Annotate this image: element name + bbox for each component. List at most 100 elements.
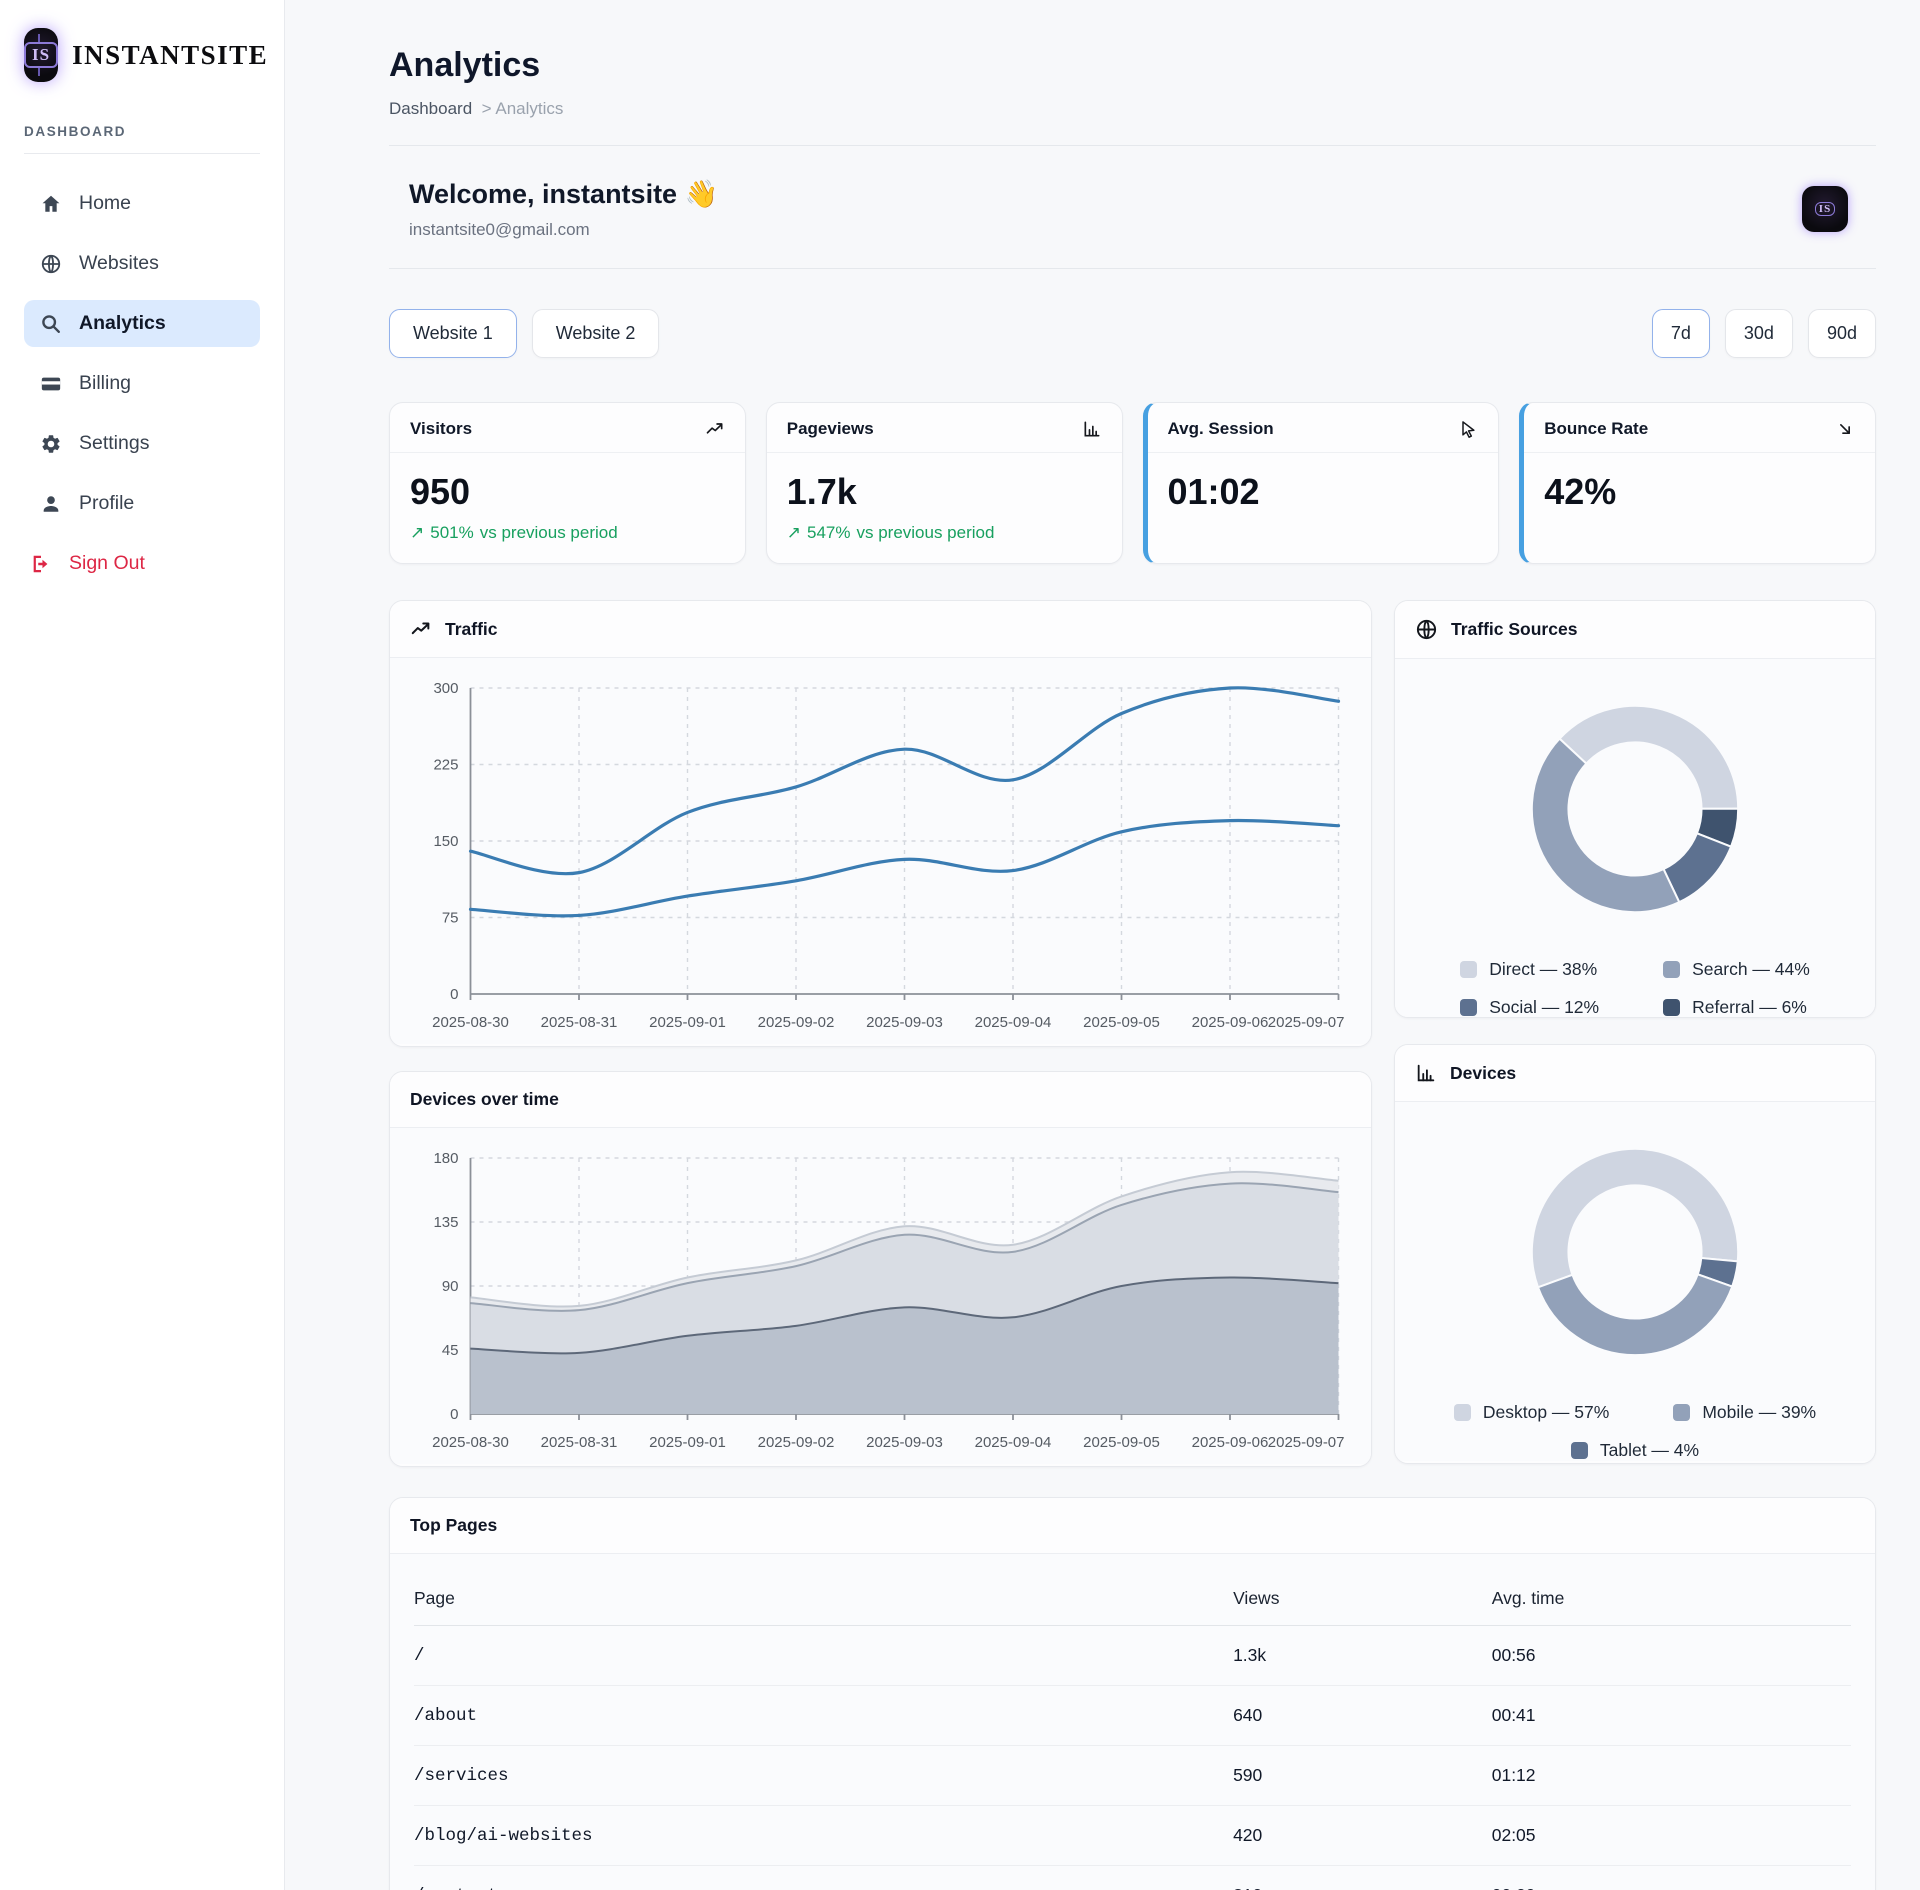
svg-text:150: 150 — [433, 833, 458, 850]
traffic-sources-legend: Direct — 38% Search — 44% Social — 12% R… — [1395, 943, 1875, 1018]
page-path: /about — [414, 1686, 1233, 1746]
legend-item: Referral — 6% — [1663, 997, 1810, 1018]
breadcrumb-root[interactable]: Dashboard — [389, 99, 472, 118]
user-email: instantsite0@gmail.com — [409, 220, 718, 240]
brand-name: INSTANTSITE — [72, 40, 268, 71]
bar-chart-icon — [1415, 1062, 1437, 1084]
avatar-monogram: IS — [1815, 202, 1835, 216]
card-title: Devices — [1450, 1063, 1516, 1084]
credit-card-icon — [40, 373, 62, 395]
legend-item: Desktop — 57% — [1454, 1402, 1609, 1423]
sidebar-item-billing[interactable]: Billing — [24, 360, 260, 407]
legend-swatch — [1663, 961, 1680, 978]
stat-value: 1.7k — [787, 471, 1122, 513]
sidebar-item-label: Analytics — [79, 312, 166, 335]
home-icon — [40, 193, 62, 215]
sidebar-item-label: Home — [79, 192, 131, 215]
page-views: 640 — [1233, 1686, 1492, 1746]
svg-text:2025-09-07: 2025-09-07 — [1268, 1434, 1345, 1451]
svg-text:2025-09-01: 2025-09-01 — [649, 1014, 726, 1031]
table-row: /services 590 01:12 — [414, 1746, 1851, 1806]
page-views: 590 — [1233, 1746, 1492, 1806]
stat-delta: ↗547%vs previous period — [787, 523, 1122, 543]
stat-title: Bounce Rate — [1544, 419, 1648, 439]
range-90d-button[interactable]: 90d — [1808, 309, 1876, 358]
welcome-banner: Welcome, instantsite 👋 instantsite0@gmai… — [389, 146, 1876, 269]
website-1-tab[interactable]: Website 1 — [389, 309, 517, 358]
sidebar-item-home[interactable]: Home — [24, 180, 260, 227]
page-path: /blog/ai-websites — [414, 1806, 1233, 1866]
range-7d-button[interactable]: 7d — [1652, 309, 1710, 358]
svg-text:2025-09-04: 2025-09-04 — [975, 1434, 1052, 1451]
traffic-chart-card: Traffic 0751502253002025-08-302025-08-31… — [389, 600, 1372, 1047]
welcome-heading: Welcome, instantsite 👋 — [409, 178, 718, 210]
search-icon — [40, 313, 62, 335]
stat-cards: Visitors 950 ↗501%vs previous period Pag… — [389, 402, 1876, 564]
pageviews-card: Pageviews 1.7k ↗547%vs previous period — [766, 402, 1123, 564]
sidebar-item-label: Profile — [79, 492, 134, 515]
top-pages-card: Top Pages Page Views Avg. time / 1.3k 00… — [389, 1497, 1876, 1890]
legend-item: Social — 12% — [1460, 997, 1599, 1018]
charts-area: Traffic 0751502253002025-08-302025-08-31… — [389, 600, 1876, 1467]
svg-text:2025-09-04: 2025-09-04 — [975, 1014, 1052, 1031]
breadcrumb-separator: > — [482, 99, 492, 118]
svg-text:90: 90 — [442, 1278, 459, 1295]
stat-title: Visitors — [410, 419, 472, 439]
page-avg-time: 01:12 — [1492, 1746, 1851, 1806]
page-avg-time: 00:29 — [1492, 1866, 1851, 1890]
sidebar-divider — [24, 153, 260, 154]
stat-value: 42% — [1544, 471, 1875, 513]
page-views: 420 — [1233, 1806, 1492, 1866]
sidebar-item-profile[interactable]: Profile — [24, 480, 260, 527]
page-views: 1.3k — [1233, 1626, 1492, 1686]
legend-swatch — [1571, 1442, 1588, 1459]
avg-session-card: Avg. Session 01:02 — [1143, 402, 1500, 564]
column-header-page: Page — [414, 1568, 1233, 1626]
gear-icon — [40, 433, 62, 455]
table-row: /about 640 00:41 — [414, 1686, 1851, 1746]
svg-text:2025-08-30: 2025-08-30 — [432, 1434, 509, 1451]
svg-text:180: 180 — [433, 1150, 458, 1167]
svg-text:2025-09-05: 2025-09-05 — [1083, 1434, 1160, 1451]
legend-item: Tablet — 4% — [1571, 1440, 1699, 1461]
svg-text:2025-09-03: 2025-09-03 — [866, 1014, 943, 1031]
legend-swatch — [1663, 999, 1680, 1016]
legend-swatch — [1673, 1404, 1690, 1421]
svg-text:2025-08-31: 2025-08-31 — [541, 1434, 618, 1451]
main-content: Analytics Dashboard > Analytics Welcome,… — [285, 0, 1920, 1890]
svg-text:0: 0 — [450, 1406, 458, 1423]
sidebar-section-label: DASHBOARD — [24, 124, 260, 139]
trending-up-icon — [410, 618, 432, 640]
trending-up-icon — [705, 419, 725, 439]
delta-arrow-icon: ↗ — [410, 523, 424, 542]
sign-out-label: Sign Out — [69, 552, 145, 575]
devices-area-chart: 045901351802025-08-302025-08-312025-09-0… — [400, 1142, 1353, 1464]
svg-text:135: 135 — [433, 1214, 458, 1231]
stat-title: Pageviews — [787, 419, 874, 439]
column-header-views: Views — [1233, 1568, 1492, 1626]
svg-text:2025-09-02: 2025-09-02 — [758, 1434, 835, 1451]
bounce-rate-card: Bounce Rate 42% — [1519, 402, 1876, 564]
range-30d-button[interactable]: 30d — [1725, 309, 1793, 358]
website-2-tab[interactable]: Website 2 — [532, 309, 660, 358]
sidebar-item-analytics[interactable]: Analytics — [24, 300, 260, 347]
sidebar-item-label: Settings — [79, 432, 149, 455]
sign-out-button[interactable]: Sign Out — [24, 540, 260, 587]
table-row: /contact 310 00:29 — [414, 1866, 1851, 1890]
cursor-icon — [1458, 419, 1478, 439]
devices-legend: Desktop — 57% Mobile — 39% Tablet — 4% — [1395, 1386, 1875, 1461]
sidebar-item-settings[interactable]: Settings — [24, 420, 260, 467]
sidebar: IS INSTANTSITE DASHBOARD Home Websites A… — [0, 0, 285, 1890]
arrow-down-right-icon — [1835, 419, 1855, 439]
svg-text:2025-09-01: 2025-09-01 — [649, 1434, 726, 1451]
column-header-avg-time: Avg. time — [1492, 1568, 1851, 1626]
page-views: 310 — [1233, 1866, 1492, 1890]
devices-donut — [1501, 1118, 1769, 1386]
traffic-sources-donut — [1501, 675, 1769, 943]
svg-text:300: 300 — [433, 680, 458, 697]
sidebar-item-websites[interactable]: Websites — [24, 240, 260, 287]
visitors-card: Visitors 950 ↗501%vs previous period — [389, 402, 746, 564]
svg-text:2025-09-06: 2025-09-06 — [1192, 1014, 1269, 1031]
stat-title: Avg. Session — [1168, 419, 1274, 439]
svg-text:2025-09-03: 2025-09-03 — [866, 1434, 943, 1451]
